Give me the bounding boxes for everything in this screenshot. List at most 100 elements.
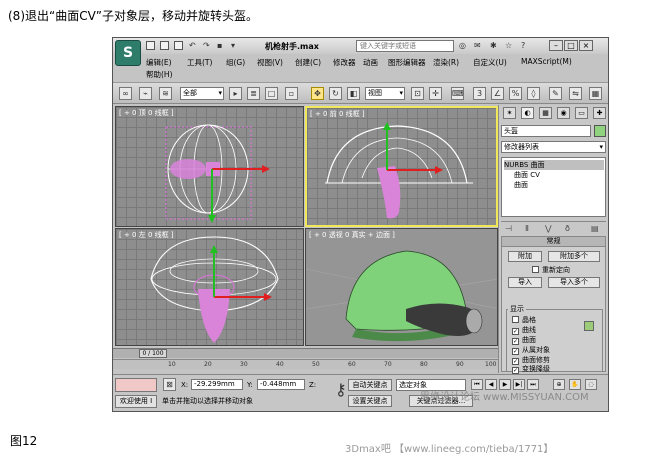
menu-rendering[interactable]: 渲染(R)	[433, 57, 459, 68]
set-key-button[interactable]: 设置关键点	[348, 395, 392, 407]
select-by-name-icon[interactable]: ≣	[247, 87, 260, 100]
tools-icon[interactable]: ✱	[490, 41, 497, 50]
checkbox-label: 重新定向	[542, 266, 570, 274]
favorites-icon[interactable]: ☆	[505, 41, 512, 50]
link-icon[interactable]: ∞	[119, 87, 132, 100]
pin-stack-icon[interactable]: ⊣	[505, 224, 512, 233]
undo-icon[interactable]: ↶	[189, 41, 196, 50]
stack-item-surface[interactable]: 曲面	[514, 180, 528, 190]
track-bar[interactable]: 10 20 30 40 50 60 70 80 90 100	[113, 359, 498, 369]
minimize-button[interactable]: –	[549, 40, 563, 51]
watermark-secondary: 思缘设计论坛 www.MISSYUAN.COM	[420, 392, 589, 403]
stack-item-nurbs[interactable]: NURBS 曲面	[504, 160, 604, 170]
menu-customize[interactable]: 自定义(U)	[473, 57, 507, 68]
communication-icon[interactable]: ✉	[474, 41, 481, 50]
stack-item-surface-cv[interactable]: 曲面 CV	[514, 170, 540, 180]
menu-edit[interactable]: 编辑(E)	[146, 57, 172, 68]
checkbox-box: ✓	[512, 338, 519, 345]
transform-degrade-checkbox[interactable]: ✓ 变换降级	[512, 364, 550, 374]
menu-create[interactable]: 创建(C)	[295, 57, 321, 68]
dependents-checkbox[interactable]: ✓ 从属对象	[512, 345, 550, 355]
select-move-icon[interactable]: ✥	[311, 87, 324, 100]
align-icon[interactable]: ▦	[589, 87, 602, 100]
maximize-button[interactable]: □	[564, 40, 578, 51]
search-input[interactable]: 键入关键字或短语	[356, 40, 454, 52]
viewport-perspective[interactable]: [ + 0 透视 0 真实 + 边面 ]	[305, 228, 498, 346]
maxscript-listener[interactable]	[115, 378, 157, 392]
pivot-center-icon[interactable]: ⊡	[411, 87, 424, 100]
helmet-front-wireframe	[325, 122, 473, 219]
quick-access-dropdown-icon[interactable]: ▾	[231, 41, 235, 50]
rollout-title[interactable]: 常规	[502, 237, 605, 247]
bind-space-warp-icon[interactable]: ≋	[159, 87, 172, 100]
x-coordinate-field[interactable]: -29.299mm	[191, 379, 243, 390]
help-icon[interactable]: ?	[521, 41, 525, 50]
key-icon[interactable]: ⚷	[335, 380, 347, 399]
remove-modifier-icon[interactable]: ð	[565, 224, 570, 233]
close-button[interactable]: ×	[579, 40, 593, 51]
unlink-icon[interactable]: ⌁	[139, 87, 152, 100]
project-icon[interactable]: ▪	[217, 41, 222, 50]
welcome-button[interactable]: 欢迎使用 I	[115, 395, 157, 408]
display-tab-icon[interactable]: ▭	[575, 107, 588, 119]
lock-selection-icon[interactable]: ⊠	[163, 378, 176, 391]
time-slider-thumb[interactable]: 0 / 100	[139, 349, 167, 358]
object-color-swatch[interactable]	[594, 125, 606, 137]
reference-coord-dropdown[interactable]: 视图	[365, 87, 405, 100]
menu-tools[interactable]: 工具(T)	[187, 57, 212, 68]
rect-selection-icon[interactable]: □	[265, 87, 278, 100]
app-logo[interactable]: S	[115, 40, 141, 66]
surfaces-checkbox[interactable]: ✓ 曲面	[512, 335, 536, 345]
window-crossing-icon[interactable]: ▫	[285, 87, 298, 100]
keyboard-shortcut-icon[interactable]: ⌨	[451, 87, 464, 100]
time-slider[interactable]: 0 / 100	[113, 348, 498, 358]
select-object-icon[interactable]: ▸	[229, 87, 242, 100]
attach-multiple-button[interactable]: 附加多个	[548, 251, 600, 262]
viewport-front[interactable]: [ + 0 前 0 线框 ]	[305, 106, 498, 227]
mirror-icon[interactable]: ⇋	[569, 87, 582, 100]
modifier-list-dropdown[interactable]: 修改器列表	[501, 141, 606, 153]
edit-named-selection-icon[interactable]: ✎	[549, 87, 562, 100]
select-rotate-icon[interactable]: ↻	[329, 87, 342, 100]
snaps-toggle-icon[interactable]: 3	[473, 87, 486, 100]
spinner-snap-icon[interactable]: ◊	[527, 87, 540, 100]
modify-tab-icon[interactable]: ◐	[521, 107, 534, 119]
menu-modifiers[interactable]: 修改器	[333, 57, 356, 68]
open-icon[interactable]	[160, 41, 169, 50]
menu-graph-editors[interactable]: 图形编辑器	[388, 57, 426, 68]
viewport-top[interactable]: [ + 0 顶 0 线框 ]	[115, 106, 304, 227]
reorient-checkbox[interactable]: 重新定向	[532, 265, 570, 275]
percent-snap-icon[interactable]: %	[509, 87, 522, 100]
shaded-lattice-icon[interactable]	[584, 321, 594, 331]
save-icon[interactable]	[174, 41, 183, 50]
menu-maxscript[interactable]: MAXScript(M)	[521, 57, 572, 66]
lattice-checkbox[interactable]: 晶格	[512, 315, 536, 325]
angle-snap-icon[interactable]: ∠	[491, 87, 504, 100]
viewport-left[interactable]: [ + 0 左 0 线框 ]	[115, 228, 304, 346]
menu-views[interactable]: 视图(V)	[257, 57, 283, 68]
configure-sets-icon[interactable]: ▤	[591, 224, 599, 233]
new-icon[interactable]	[146, 41, 155, 50]
select-manipulate-icon[interactable]: ✛	[429, 87, 442, 100]
menu-help[interactable]: 帮助(H)	[146, 69, 173, 80]
attach-button[interactable]: 附加	[508, 251, 542, 262]
hierarchy-tab-icon[interactable]: ▦	[539, 107, 552, 119]
object-name-field[interactable]: 头盔	[501, 125, 591, 137]
show-end-result-icon[interactable]: Ⅱ	[525, 224, 529, 233]
create-tab-icon[interactable]: ✶	[503, 107, 516, 119]
binoculars-icon[interactable]: ◎	[459, 41, 466, 50]
import-multiple-button[interactable]: 导入多个	[548, 277, 600, 288]
utilities-tab-icon[interactable]: ✚	[593, 107, 606, 119]
tick-label: 40	[276, 361, 284, 368]
auto-key-button[interactable]: 自动关键点	[348, 379, 392, 391]
menu-animation[interactable]: 动画	[363, 57, 378, 68]
import-button[interactable]: 导入	[508, 277, 542, 288]
motion-tab-icon[interactable]: ◉	[557, 107, 570, 119]
curves-checkbox[interactable]: ✓ 曲线	[512, 325, 536, 335]
y-coordinate-field[interactable]: -0.448mm	[257, 379, 305, 390]
make-unique-icon[interactable]: ⋁	[545, 224, 552, 233]
select-scale-icon[interactable]: ◧	[347, 87, 360, 100]
menu-group[interactable]: 组(G)	[226, 57, 245, 68]
redo-icon[interactable]: ↷	[203, 41, 210, 50]
selection-filter-dropdown[interactable]: 全部	[180, 87, 224, 100]
